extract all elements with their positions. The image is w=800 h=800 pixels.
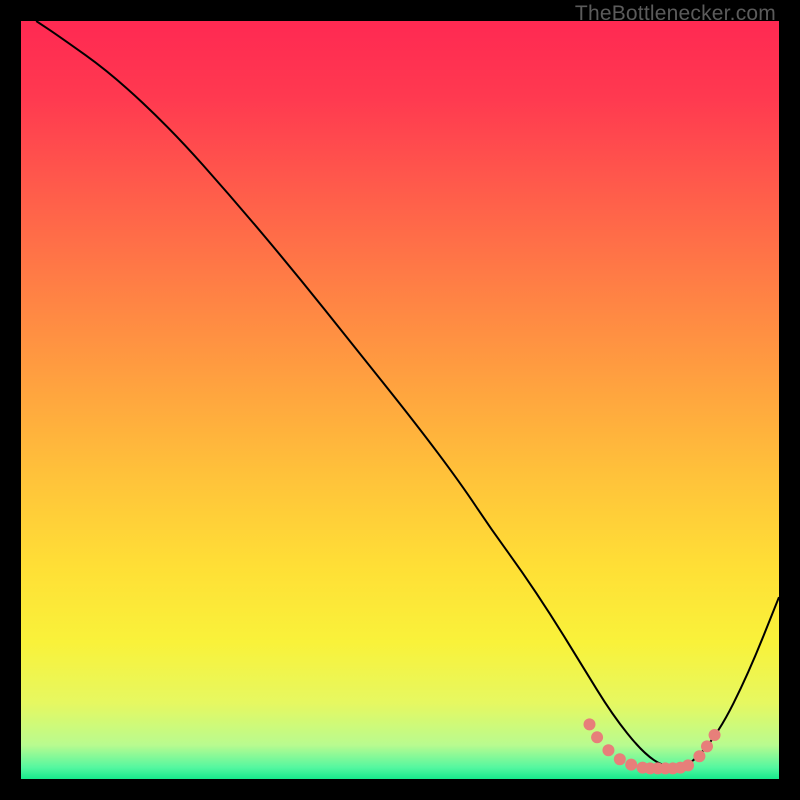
chart-frame: [21, 21, 779, 779]
marker-point: [602, 744, 614, 756]
marker-point: [701, 740, 713, 752]
marker-point: [709, 729, 721, 741]
marker-point: [693, 750, 705, 762]
marker-point: [682, 759, 694, 771]
chart-background: [21, 21, 779, 779]
marker-point: [625, 759, 637, 771]
watermark-text: TheBottlenecker.com: [575, 2, 776, 26]
marker-point: [614, 753, 626, 765]
marker-point: [584, 718, 596, 730]
chart-svg: [21, 21, 779, 779]
marker-point: [591, 731, 603, 743]
